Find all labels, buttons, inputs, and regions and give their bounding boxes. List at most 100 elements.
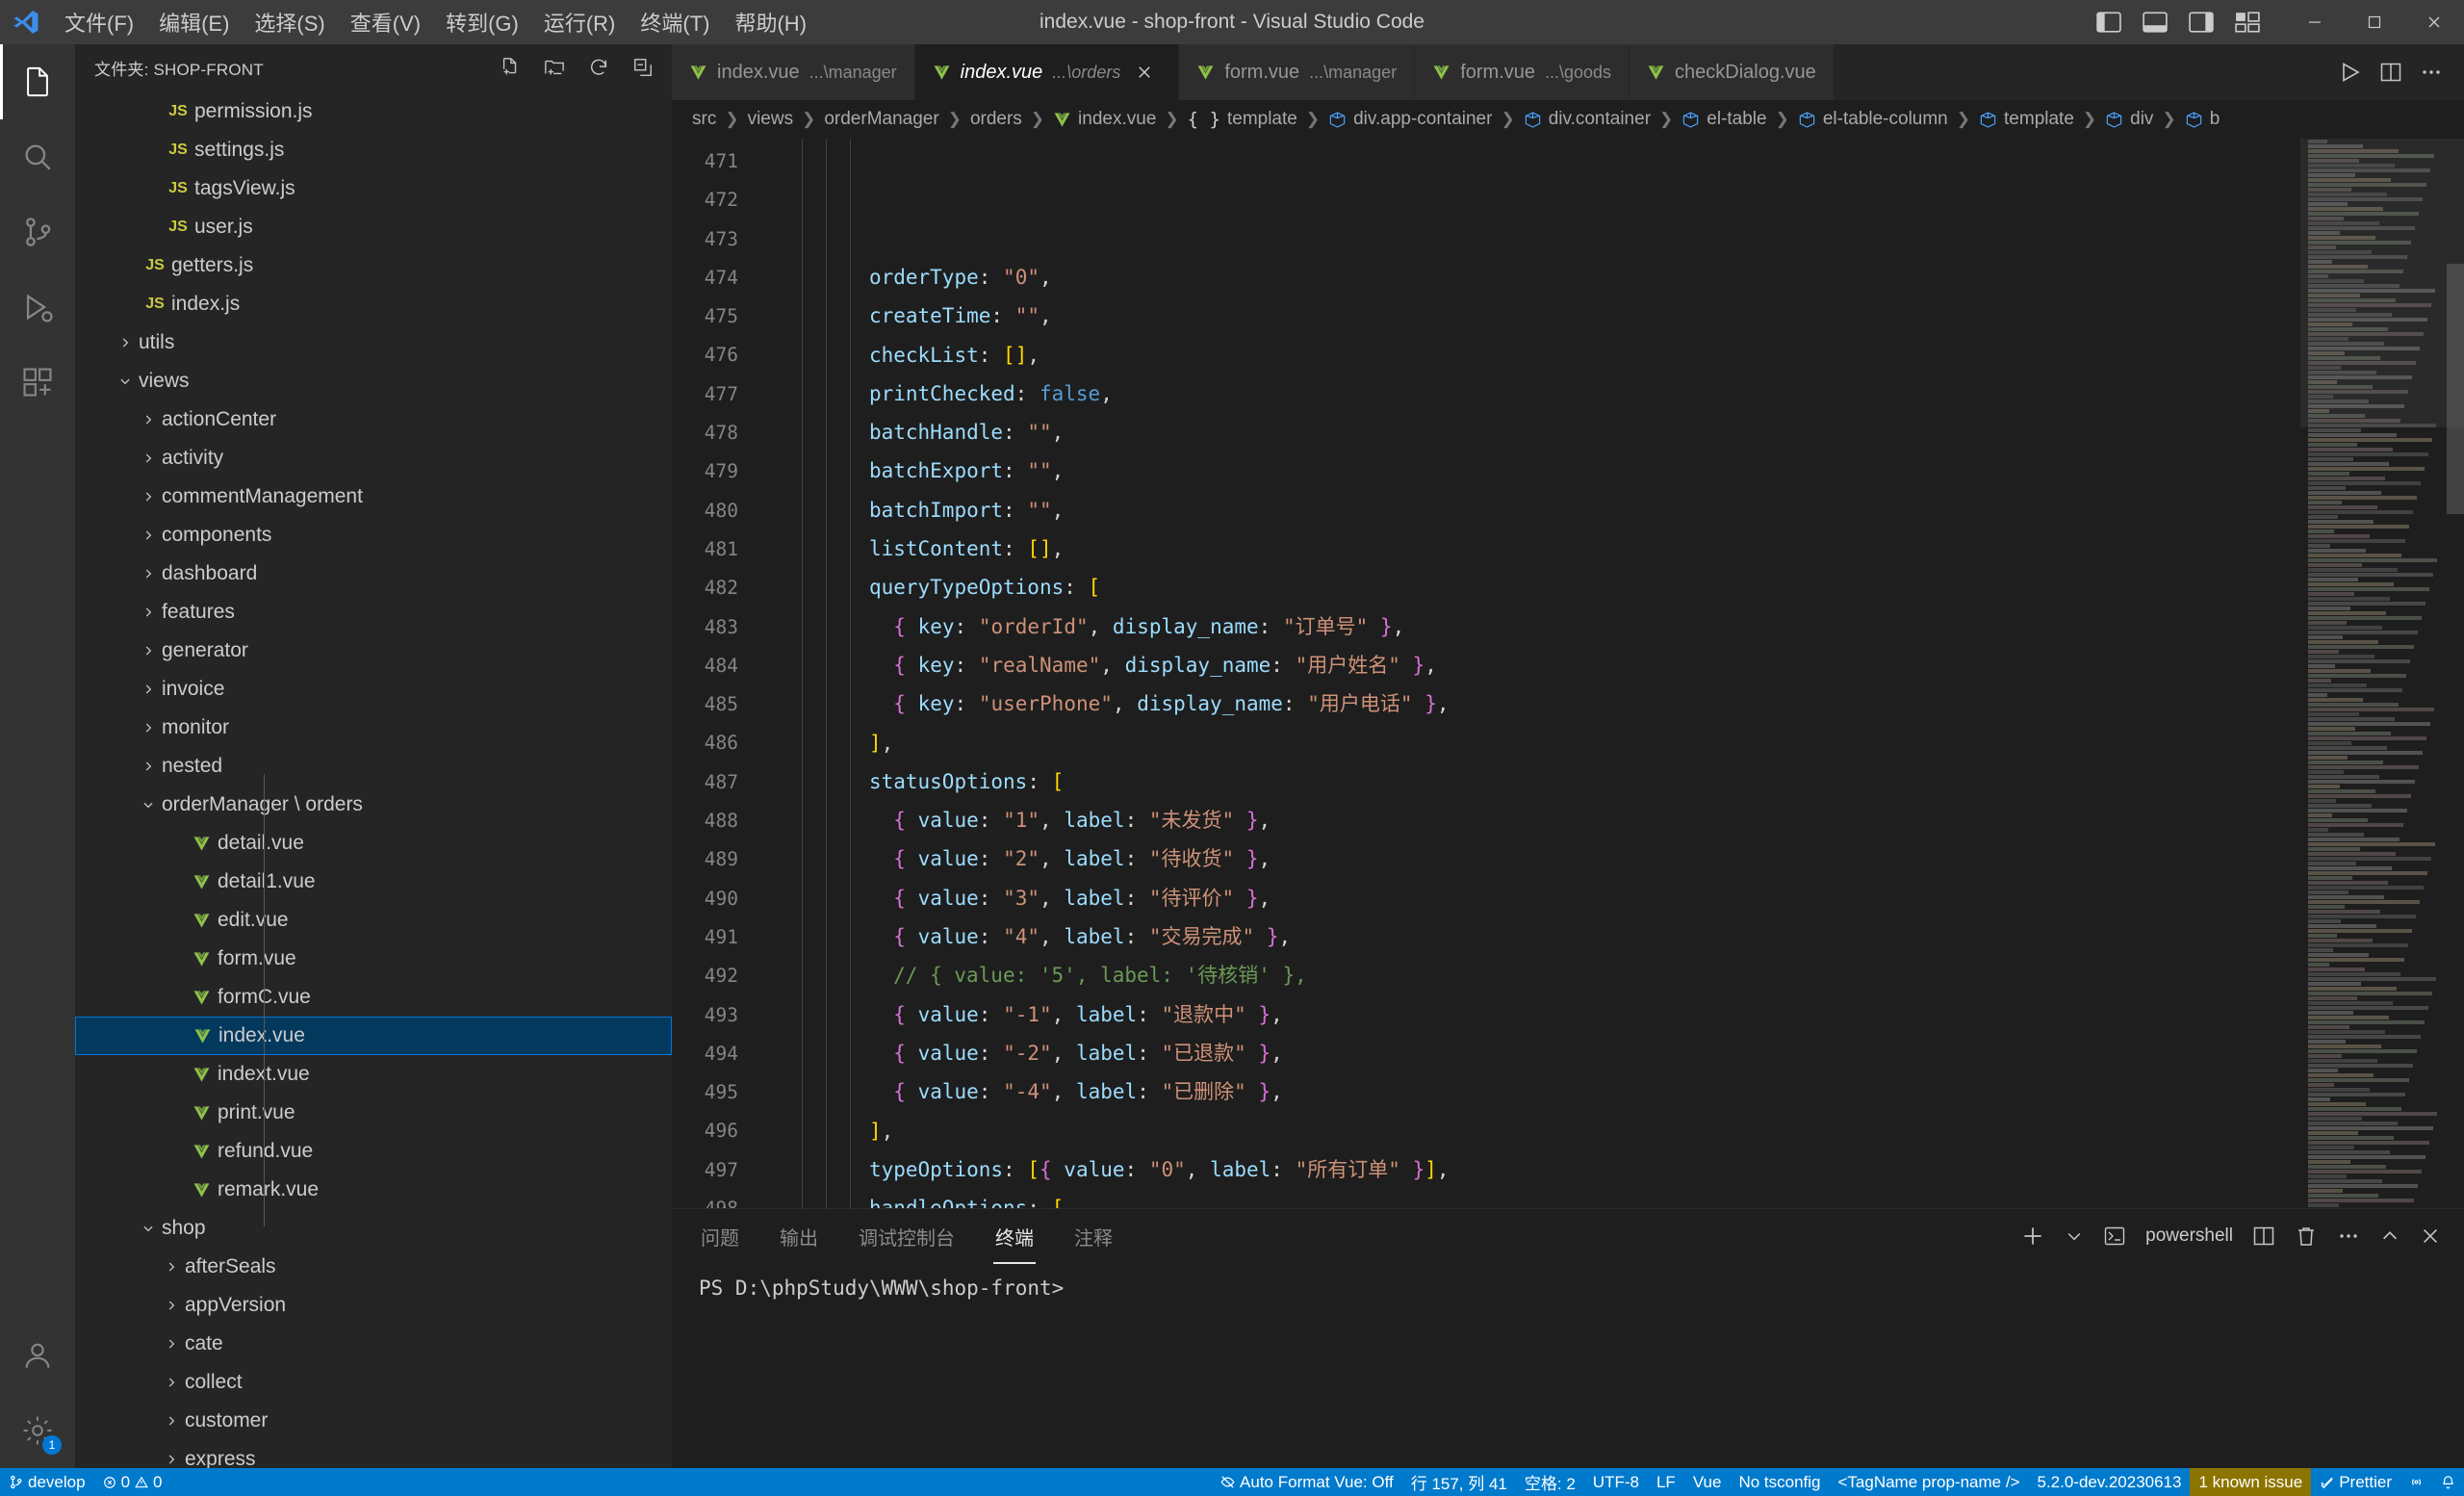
chevron-right-icon[interactable] bbox=[158, 1337, 185, 1351]
status-item[interactable]: No tsconfig bbox=[1730, 1468, 1829, 1496]
menu-edit[interactable]: 编辑(E) bbox=[146, 2, 242, 42]
code-line[interactable]: typeOptions: [{ value: "0", label: "所有订单… bbox=[796, 1150, 2300, 1189]
activity-search[interactable] bbox=[0, 119, 75, 194]
chevron-right-icon[interactable] bbox=[158, 1453, 185, 1466]
tree-folder-row[interactable]: actionCenter bbox=[75, 400, 672, 439]
chevron-right-icon[interactable] bbox=[135, 644, 162, 658]
code-line[interactable]: { value: "2", label: "待收货" }, bbox=[796, 839, 2300, 878]
tree-folder-row[interactable]: customer bbox=[75, 1402, 672, 1440]
tree-file-row[interactable]: print.vue bbox=[75, 1094, 672, 1132]
breadcrumb-item[interactable]: orders bbox=[967, 109, 1025, 130]
chevron-right-icon[interactable] bbox=[135, 529, 162, 542]
code-line[interactable]: ], bbox=[796, 1112, 2300, 1150]
panel-tab-problems[interactable]: 问题 bbox=[699, 1215, 741, 1258]
code-line[interactable]: { key: "realName", display_name: "用户姓名" … bbox=[796, 646, 2300, 684]
panel-tab-debug-console[interactable]: 调试控制台 bbox=[857, 1215, 957, 1258]
menu-file[interactable]: 文件(F) bbox=[52, 2, 146, 42]
breadcrumb-item[interactable]: src bbox=[689, 109, 719, 130]
tree-file-row[interactable]: formC.vue bbox=[75, 978, 672, 1017]
code-line[interactable]: { value: "-2", label: "已退款" }, bbox=[796, 1034, 2300, 1072]
tree-folder-row[interactable]: shop bbox=[75, 1209, 672, 1248]
customize-layout-icon[interactable] bbox=[2235, 12, 2260, 33]
tree-file-row[interactable]: JS index.js bbox=[75, 285, 672, 323]
code-line[interactable]: handleOptions: [ bbox=[796, 1189, 2300, 1208]
editor-scrollbar[interactable] bbox=[2447, 139, 2464, 1208]
code-line[interactable]: batchImport: "", bbox=[796, 491, 2300, 529]
status-item[interactable] bbox=[2432, 1468, 2464, 1496]
new-terminal-icon[interactable] bbox=[2020, 1224, 2045, 1249]
status-item[interactable] bbox=[2400, 1468, 2432, 1496]
chevron-down-icon[interactable] bbox=[112, 374, 139, 388]
split-terminal-icon[interactable] bbox=[2252, 1225, 2275, 1248]
tree-file-row[interactable]: edit.vue bbox=[75, 901, 672, 940]
panel-tab-comments[interactable]: 注释 bbox=[1072, 1215, 1115, 1258]
tree-folder-row[interactable]: monitor bbox=[75, 709, 672, 747]
maximize-button[interactable] bbox=[2345, 0, 2404, 44]
tree-folder-row[interactable]: utils bbox=[75, 323, 672, 362]
code-line[interactable]: statusOptions: [ bbox=[796, 762, 2300, 801]
code-line[interactable]: { key: "orderId", display_name: "订单号" }, bbox=[796, 607, 2300, 646]
editor-tab[interactable]: checkDialog.vue bbox=[1630, 44, 1835, 100]
toggle-primary-sidebar-icon[interactable] bbox=[2096, 12, 2121, 33]
activity-explorer[interactable] bbox=[0, 44, 75, 119]
breadcrumb-item[interactable]: el-table bbox=[1679, 109, 1769, 130]
tree-folder-row[interactable]: generator bbox=[75, 632, 672, 670]
chevron-right-icon[interactable] bbox=[158, 1299, 185, 1312]
status-item[interactable]: 1 known issue bbox=[2190, 1468, 2312, 1496]
code-line[interactable]: { value: "3", label: "待评价" }, bbox=[796, 879, 2300, 917]
menu-run[interactable]: 运行(R) bbox=[531, 2, 629, 42]
editor-tab[interactable]: index.vue ...\manager bbox=[672, 44, 915, 100]
maximize-panel-icon[interactable] bbox=[2379, 1225, 2400, 1247]
minimap-slider[interactable] bbox=[2300, 139, 2464, 427]
chevron-right-icon[interactable] bbox=[135, 413, 162, 426]
chevron-right-icon[interactable] bbox=[158, 1376, 185, 1389]
menu-terminal[interactable]: 终端(T) bbox=[628, 2, 722, 42]
chevron-down-icon[interactable] bbox=[135, 1222, 162, 1235]
breadcrumb[interactable]: src ❯ views ❯ orderManager ❯ orders ❯ index.vue ❯… bbox=[672, 100, 2464, 139]
tree-folder-row[interactable]: activity bbox=[75, 439, 672, 477]
terminal-output[interactable]: PS D:\phpStudy\WWW\shop-front> bbox=[672, 1263, 2464, 1468]
status-item[interactable]: UTF-8 bbox=[1584, 1468, 1648, 1496]
code-line[interactable]: printChecked: false, bbox=[796, 374, 2300, 413]
chevron-right-icon[interactable] bbox=[158, 1260, 185, 1274]
code-line[interactable]: { value: "-1", label: "退款中" }, bbox=[796, 995, 2300, 1034]
refresh-icon[interactable] bbox=[579, 48, 618, 87]
status-item[interactable]: LF bbox=[1648, 1468, 1684, 1496]
tree-file-row[interactable]: JS tagsView.js bbox=[75, 169, 672, 208]
chevron-right-icon[interactable] bbox=[135, 567, 162, 580]
menu-help[interactable]: 帮助(H) bbox=[722, 2, 819, 42]
chevron-down-icon[interactable] bbox=[2065, 1226, 2084, 1246]
tree-file-row[interactable]: refund.vue bbox=[75, 1132, 672, 1171]
tree-file-row[interactable]: remark.vue bbox=[75, 1171, 672, 1209]
split-editor-icon[interactable] bbox=[2379, 61, 2402, 84]
chevron-right-icon[interactable] bbox=[135, 490, 162, 503]
chevron-right-icon[interactable] bbox=[112, 336, 139, 349]
panel-tab-terminal[interactable]: 终端 bbox=[993, 1215, 1036, 1264]
minimap[interactable] bbox=[2300, 139, 2464, 1208]
breadcrumb-item[interactable]: div.app-container bbox=[1325, 109, 1495, 130]
minimize-button[interactable] bbox=[2285, 0, 2345, 44]
activity-manage[interactable]: 1 bbox=[0, 1393, 75, 1468]
status-item[interactable]: Vue bbox=[1684, 1468, 1731, 1496]
chevron-right-icon[interactable] bbox=[135, 683, 162, 696]
new-folder-icon[interactable] bbox=[535, 48, 574, 87]
code-line[interactable]: orderType: "0", bbox=[796, 258, 2300, 297]
tree-file-row[interactable]: JS getters.js bbox=[75, 246, 672, 285]
breadcrumb-item[interactable]: views bbox=[745, 109, 797, 130]
editor-tab[interactable]: form.vue ...\manager bbox=[1179, 44, 1416, 100]
code-line[interactable]: createTime: "", bbox=[796, 297, 2300, 335]
tree-file-row[interactable]: detail1.vue bbox=[75, 863, 672, 901]
breadcrumb-item[interactable]: { } template bbox=[1185, 109, 1300, 131]
activity-accounts[interactable] bbox=[0, 1318, 75, 1393]
status-problems[interactable]: 0 0 bbox=[94, 1468, 171, 1496]
code-line[interactable]: batchExport: "", bbox=[796, 451, 2300, 490]
code-line[interactable]: queryTypeOptions: [ bbox=[796, 568, 2300, 606]
tree-folder-row[interactable]: afterSeals bbox=[75, 1248, 672, 1286]
collapse-all-icon[interactable] bbox=[624, 48, 662, 87]
terminal-name[interactable]: powershell bbox=[2145, 1225, 2233, 1247]
code-editor[interactable]: 471 472 473 474 475 476 477 478 479 480 481 482 483 4… bbox=[672, 139, 2464, 1208]
breadcrumb-item[interactable]: el-table-column bbox=[1795, 109, 1951, 130]
code-line[interactable]: { value: "4", label: "交易完成" }, bbox=[796, 917, 2300, 956]
status-item[interactable]: 空格: 2 bbox=[1516, 1468, 1584, 1496]
tree-folder-row[interactable]: nested bbox=[75, 747, 672, 786]
